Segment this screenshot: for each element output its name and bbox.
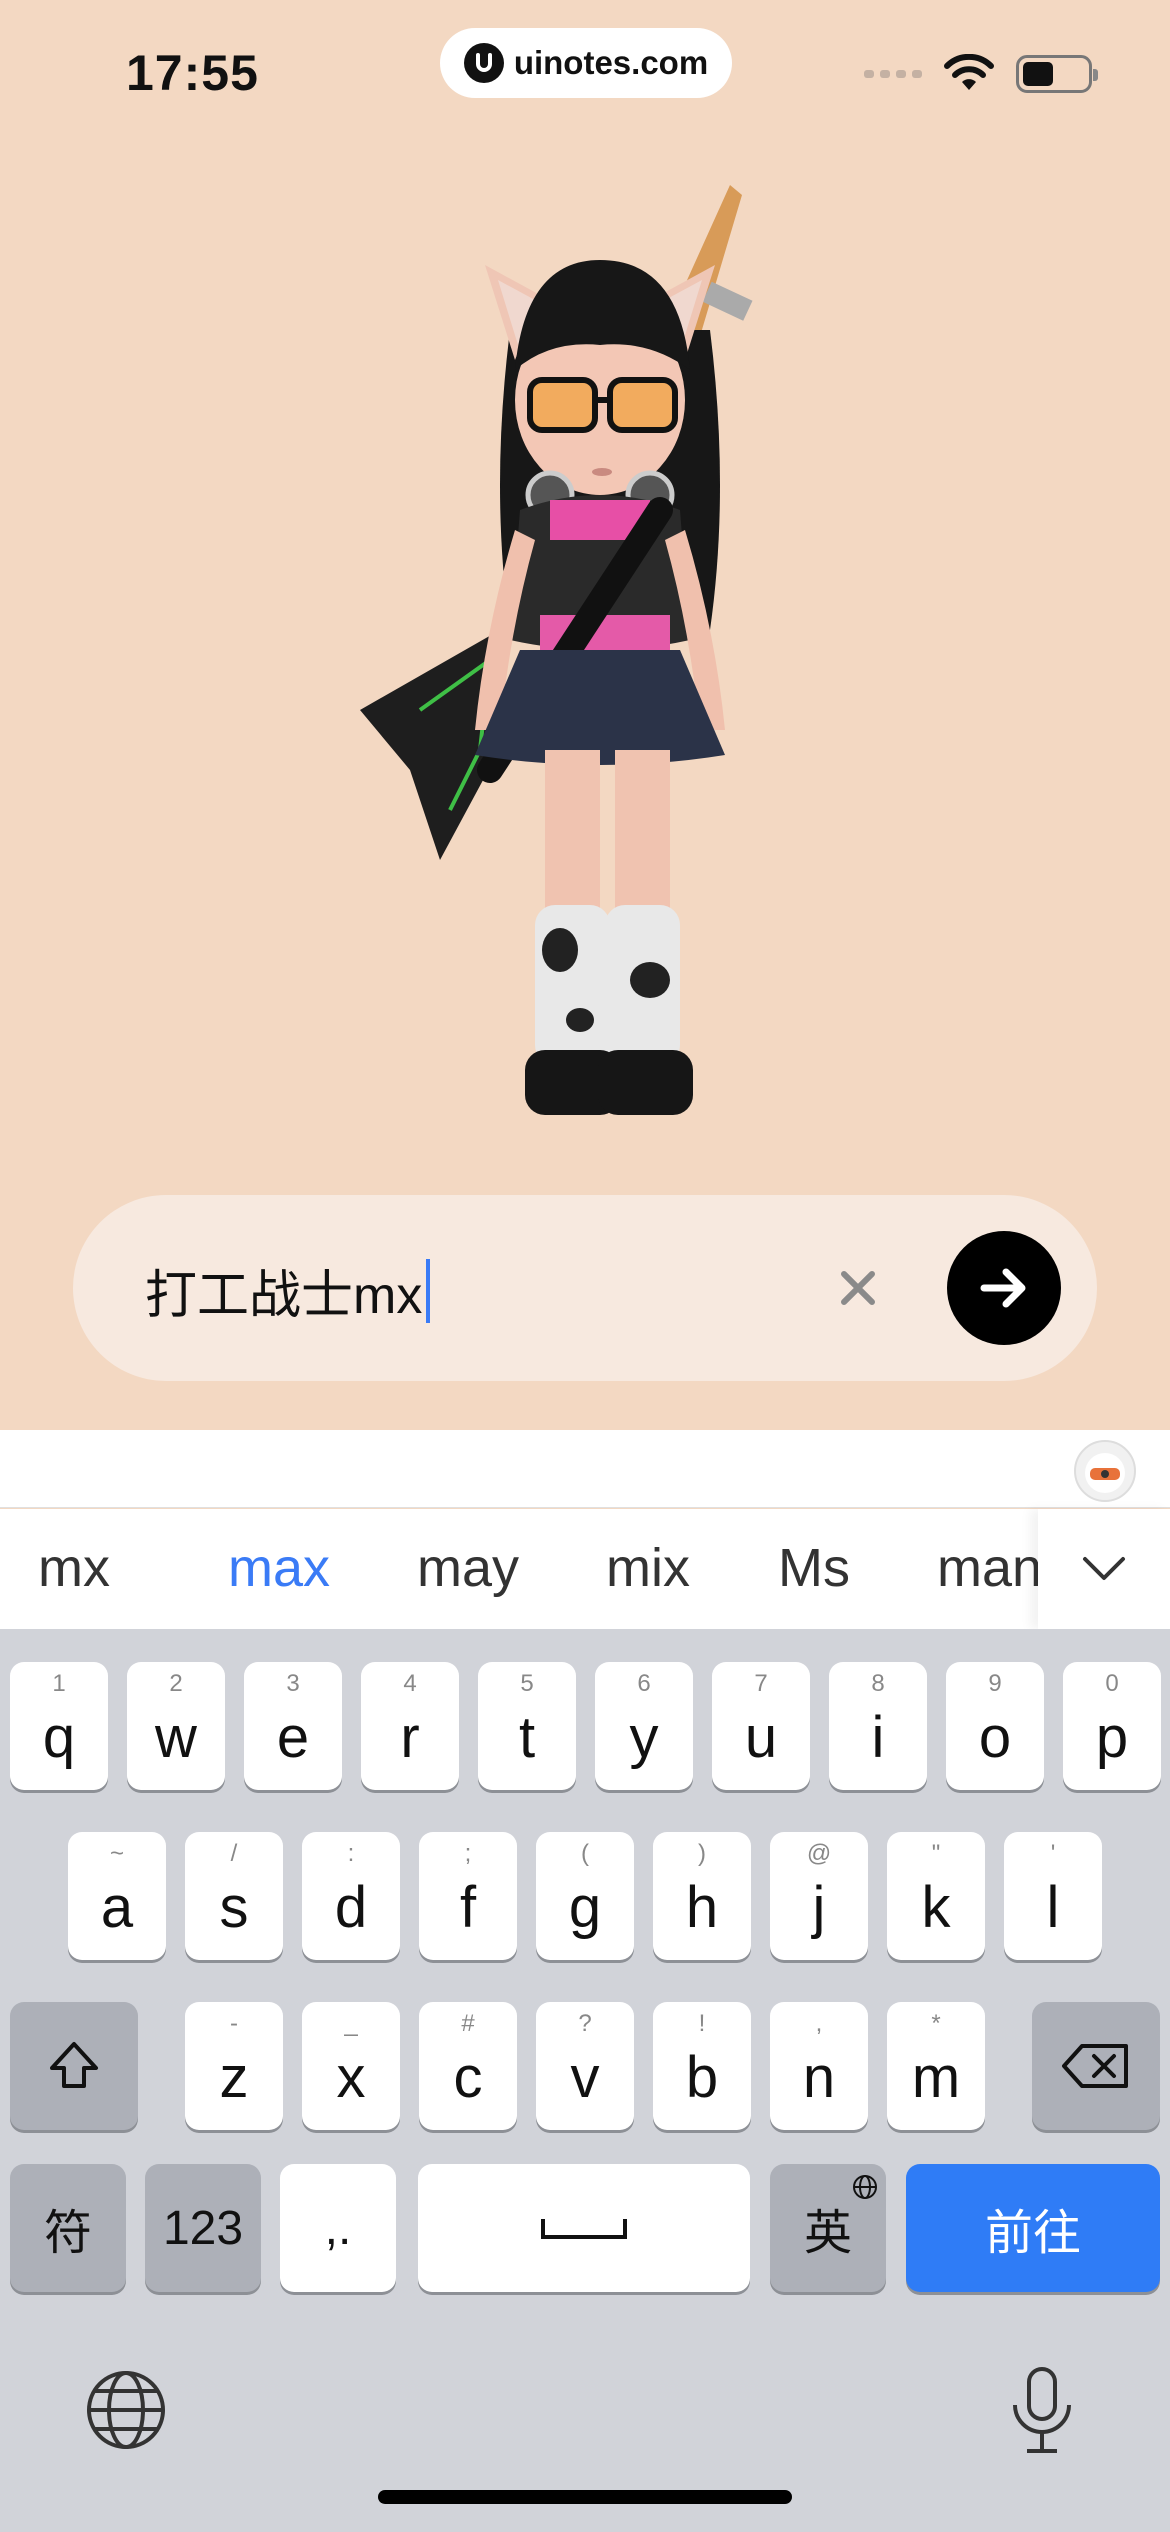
shift-key[interactable]: [10, 2002, 138, 2130]
cellular-signal-icon: [864, 70, 922, 78]
site-logo-icon: [463, 43, 504, 83]
url-text: uinotes.com: [513, 44, 709, 81]
keyboard: 1q 2w 3e 4r 5t 6y 7u 8i 9o 0p ~ a / s :d ;…: [0, 1629, 1170, 2532]
key-r[interactable]: 4r: [361, 1662, 459, 1790]
text-caret: [426, 1258, 431, 1323]
punctuation-key[interactable]: ,.: [280, 2164, 396, 2292]
candidate-item[interactable]: may: [417, 1537, 519, 1599]
arrow-right-icon: [980, 1268, 1026, 1308]
key-q[interactable]: 1q: [10, 1662, 108, 1790]
key-y[interactable]: 6y: [595, 1662, 693, 1790]
search-bar[interactable]: 打工战士mx: [73, 1195, 1097, 1381]
key-b[interactable]: ! b: [653, 2002, 751, 2130]
status-time: 17:55: [126, 45, 259, 101]
key-x[interactable]: _ x: [302, 2002, 400, 2130]
search-input[interactable]: 打工战士mx: [145, 1253, 431, 1328]
wifi-icon: [944, 54, 994, 90]
key-m[interactable]: * m: [887, 2002, 985, 2130]
clear-button[interactable]: [825, 1255, 891, 1321]
key-c[interactable]: # c: [419, 2002, 517, 2130]
language-switch-key[interactable]: 英: [770, 2164, 886, 2292]
key-u[interactable]: 7u: [712, 1662, 810, 1790]
key-t[interactable]: 5t: [478, 1662, 576, 1790]
chevron-down-icon: [1083, 1557, 1125, 1580]
key-g[interactable]: (g: [536, 1832, 634, 1960]
key-o[interactable]: 9o: [946, 1662, 1044, 1790]
candidate-item[interactable]: man: [937, 1537, 1042, 1599]
key-f[interactable]: ; f: [419, 1832, 517, 1960]
key-z[interactable]: -z: [185, 2002, 283, 2130]
avatar-3d-character: [330, 170, 850, 1160]
key-w[interactable]: 2w: [127, 1662, 225, 1790]
space-bar-icon: [541, 2219, 627, 2239]
key-s[interactable]: / s: [185, 1832, 283, 1960]
globe-icon: [853, 2175, 877, 2199]
ime-mascot-icon[interactable]: [1074, 1440, 1136, 1502]
search-input-value: 打工战士mx: [145, 1267, 423, 1325]
space-key[interactable]: [418, 2164, 750, 2292]
url-pill[interactable]: uinotes.com: [440, 28, 732, 98]
expand-candidates-button[interactable]: [1038, 1509, 1170, 1629]
candidate-item[interactable]: max: [228, 1537, 330, 1599]
key-j[interactable]: @ j: [770, 1832, 868, 1960]
key-e[interactable]: 3e: [244, 1662, 342, 1790]
key-a[interactable]: ~ a: [68, 1832, 166, 1960]
key-l[interactable]: ' l: [1004, 1832, 1102, 1960]
battery-icon: [1016, 55, 1098, 93]
key-h[interactable]: ) h: [653, 1832, 751, 1960]
numbers-key[interactable]: 123: [145, 2164, 261, 2292]
candidate-item[interactable]: mx: [38, 1537, 110, 1599]
key-p[interactable]: 0p: [1063, 1662, 1161, 1790]
key-n[interactable]: ,n: [770, 2002, 868, 2130]
shift-arrow-icon: [50, 2042, 98, 2088]
close-icon: [841, 1271, 875, 1305]
key-d[interactable]: :d: [302, 1832, 400, 1960]
language-label: 英: [803, 2207, 852, 2260]
backspace-key[interactable]: [1032, 2002, 1160, 2130]
microphone-icon[interactable]: [1007, 2365, 1077, 2457]
status-icons: [864, 54, 1098, 94]
submit-button[interactable]: [947, 1231, 1061, 1345]
symbols-key[interactable]: 符: [10, 2164, 126, 2292]
key-k[interactable]: " k: [887, 1832, 985, 1960]
candidate-item[interactable]: mix: [606, 1537, 690, 1599]
candidate-item[interactable]: Ms: [778, 1537, 850, 1599]
status-bar: 17:55 uinotes.com: [0, 0, 1170, 150]
candidate-bar: mx max may mix Ms man: [0, 1509, 1170, 1629]
key-v[interactable]: ? v: [536, 2002, 634, 2130]
globe-icon[interactable]: [85, 2369, 167, 2451]
backspace-icon: [1062, 2044, 1128, 2088]
key-i[interactable]: 8i: [829, 1662, 927, 1790]
ime-toolbar: [0, 1430, 1170, 1508]
home-indicator: [378, 2490, 792, 2504]
go-key[interactable]: 前往: [906, 2164, 1160, 2292]
